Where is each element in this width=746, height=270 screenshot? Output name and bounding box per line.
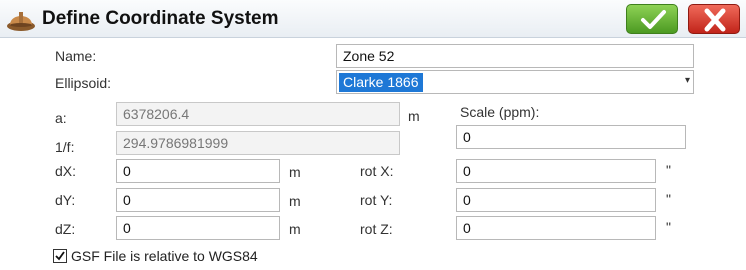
scale-label: Scale (ppm):	[460, 104, 540, 120]
dz-unit: m	[289, 221, 301, 237]
dx-input[interactable]: 0	[116, 159, 280, 183]
x-close-icon	[704, 8, 726, 32]
ellipsoid-selected-value: Clarke 1866	[339, 73, 423, 92]
dy-unit: m	[289, 193, 301, 209]
ellipsoid-label: Ellipsoid:	[55, 75, 112, 91]
roty-label: rot Y:	[360, 192, 393, 208]
dy-input[interactable]: 0	[116, 188, 280, 212]
dx-label: dX:	[55, 163, 77, 179]
gsf-checkbox-label[interactable]: GSF File is relative to WGS84	[71, 248, 258, 264]
ellipsoid-select[interactable]: Clarke 1866 ▾	[336, 70, 694, 94]
dx-unit: m	[289, 164, 301, 180]
roty-input[interactable]: 0	[456, 188, 656, 212]
checkmark-icon	[641, 10, 666, 29]
name-input[interactable]: Zone 52	[336, 44, 694, 68]
title-bar: Define Coordinate System	[0, 0, 746, 38]
scale-input[interactable]: 0	[456, 125, 686, 149]
dz-label: dZ:	[55, 221, 76, 237]
rotx-unit: "	[666, 162, 671, 178]
f-field: 294.9786981999	[116, 131, 400, 155]
dz-input[interactable]: 0	[116, 216, 280, 240]
close-button[interactable]	[688, 4, 740, 34]
chevron-down-icon: ▾	[684, 75, 690, 86]
hard-hat-icon	[7, 12, 35, 31]
window-title: Define Coordinate System	[42, 8, 279, 29]
rotz-label: rot Z:	[360, 221, 393, 237]
rotx-label: rot X:	[360, 163, 394, 179]
rotz-unit: "	[666, 219, 671, 235]
name-label: Name:	[55, 48, 97, 64]
rotz-input[interactable]: 0	[456, 216, 656, 240]
roty-unit: "	[666, 191, 671, 207]
ok-button[interactable]	[626, 4, 678, 34]
a-label: a:	[55, 110, 67, 126]
f-label: 1/f:	[55, 139, 75, 155]
dy-label: dY:	[55, 192, 76, 208]
a-unit: m	[408, 108, 420, 124]
a-field: 6378206.4	[116, 102, 400, 126]
rotx-input[interactable]: 0	[456, 159, 656, 183]
checkbox-check-icon	[55, 251, 65, 261]
gsf-checkbox[interactable]	[53, 249, 67, 263]
